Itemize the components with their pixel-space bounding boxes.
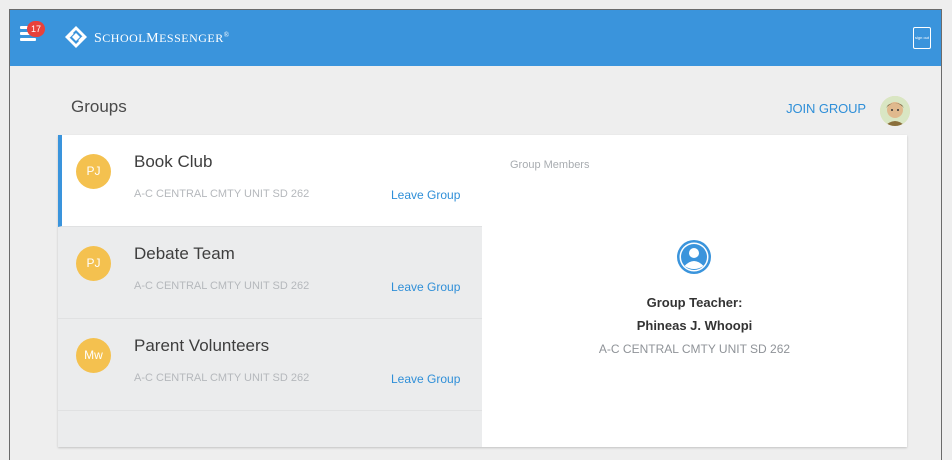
group-list: PJ Book Club A-C CENTRAL CMTY UNIT SD 26… xyxy=(58,135,482,447)
brand-mark: ® xyxy=(223,31,230,39)
group-members-label: Group Members xyxy=(510,159,590,171)
sign-out-label: sign out xyxy=(915,35,930,40)
brand-letter: M xyxy=(146,31,160,46)
group-avatar: PJ xyxy=(76,154,111,189)
app-window: 17 SCHOOLMESSENGER® sign out Groups JOIN… xyxy=(9,9,942,460)
menu-line-icon xyxy=(20,38,36,41)
group-org: A-C CENTRAL CMTY UNIT SD 262 xyxy=(134,188,310,200)
leave-group-link[interactable]: Leave Group xyxy=(391,372,460,386)
user-avatar-icon xyxy=(880,96,910,126)
brand-text: ESSENGER xyxy=(159,31,224,45)
groups-card: PJ Book Club A-C CENTRAL CMTY UNIT SD 26… xyxy=(58,135,907,447)
group-org: A-C CENTRAL CMTY UNIT SD 262 xyxy=(134,372,310,384)
user-avatar[interactable] xyxy=(880,96,910,126)
brand-name: SCHOOLMESSENGER® xyxy=(94,31,230,47)
group-avatar: PJ xyxy=(76,246,111,281)
user-circle-icon xyxy=(677,240,711,274)
sign-out-button[interactable]: sign out xyxy=(913,27,931,49)
top-bar: 17 SCHOOLMESSENGER® sign out xyxy=(10,10,941,66)
group-avatar: Mw xyxy=(76,338,111,373)
group-name: Book Club xyxy=(134,152,213,171)
group-org: A-C CENTRAL CMTY UNIT SD 262 xyxy=(134,280,310,292)
group-item-parent-volunteers[interactable]: Mw Parent Volunteers A-C CENTRAL CMTY UN… xyxy=(58,319,482,411)
leave-group-link[interactable]: Leave Group xyxy=(391,188,460,202)
group-name: Debate Team xyxy=(134,244,235,263)
member-role: Group Teacher: xyxy=(646,295,743,310)
member-org: A-C CENTRAL CMTY UNIT SD 262 xyxy=(598,342,791,356)
notification-badge[interactable]: 17 xyxy=(27,21,45,37)
group-item-book-club[interactable]: PJ Book Club A-C CENTRAL CMTY UNIT SD 26… xyxy=(58,135,482,227)
schoolmessenger-logo-icon xyxy=(65,26,87,48)
page-title: Groups xyxy=(71,97,127,116)
group-item-debate-team[interactable]: PJ Debate Team A-C CENTRAL CMTY UNIT SD … xyxy=(58,227,482,319)
member-name[interactable]: Phineas J. Whoopi xyxy=(482,318,907,333)
join-group-button[interactable]: JOIN GROUP xyxy=(786,101,866,116)
brand-text: CHOOL xyxy=(102,31,147,45)
group-name: Parent Volunteers xyxy=(134,336,270,355)
leave-group-link[interactable]: Leave Group xyxy=(391,280,460,294)
